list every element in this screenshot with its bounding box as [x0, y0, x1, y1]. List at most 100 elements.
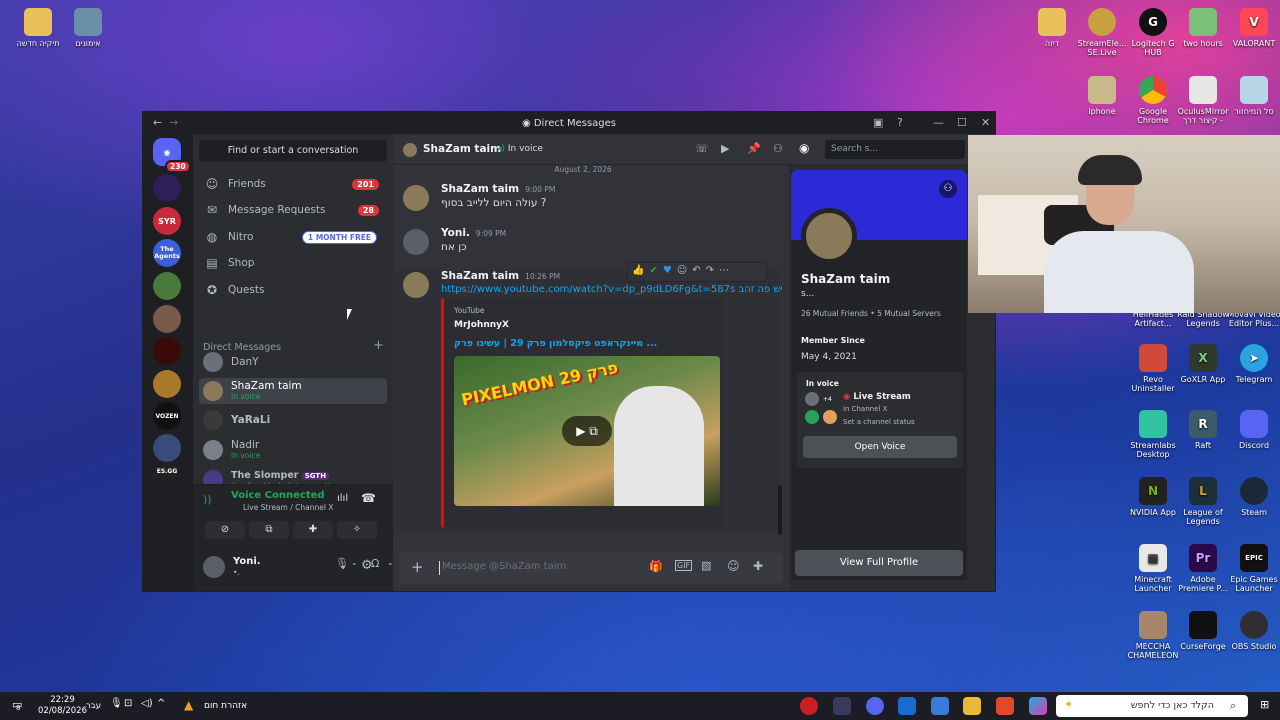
desktop-icon[interactable]: Iphone [1074, 76, 1130, 116]
taskbar-app-icon[interactable] [996, 697, 1014, 715]
camera-off-button[interactable]: ⊘ [205, 521, 245, 539]
store-icon[interactable] [931, 697, 949, 715]
play-icon[interactable]: ▶ ⧉ [562, 416, 612, 446]
desktop-icon[interactable]: V VALORANT [1226, 8, 1280, 48]
desktop-icon[interactable]: Discord [1226, 410, 1280, 450]
server-icon[interactable] [153, 305, 181, 333]
add-friend-icon[interactable]: ⚇ [939, 180, 957, 198]
sticker-icon[interactable]: ▧ [701, 559, 711, 572]
avatar[interactable] [403, 185, 429, 211]
server-icon[interactable]: SYR [153, 207, 181, 235]
server-icon[interactable] [153, 434, 181, 462]
check-icon[interactable]: ✔ [649, 265, 662, 276]
soundboard-icon[interactable]: ılıl [337, 493, 348, 504]
chevron-up-icon[interactable]: ^ [157, 698, 165, 709]
server-icon[interactable] [153, 272, 181, 300]
server-icon[interactable] [153, 174, 181, 202]
desktop-icon[interactable]: MECCHA CHAMELEON [1125, 611, 1181, 660]
thumbs-up-icon[interactable]: 👍 [632, 265, 649, 276]
avatar[interactable] [203, 556, 225, 578]
desktop-icon-new-folder[interactable]: תיקיה חדשה [10, 8, 66, 48]
help-icon[interactable]: ? [897, 116, 903, 129]
desktop-icon[interactable]: OculusMirror קיצור דרך - [1175, 76, 1231, 125]
outlook-icon[interactable] [898, 697, 916, 715]
network-icon[interactable]: ⊡ [124, 698, 132, 709]
video-call-icon[interactable]: ▶ [721, 142, 729, 155]
microphone-icon[interactable]: 🎙 [335, 557, 349, 570]
avatar[interactable] [403, 229, 429, 255]
nav-quests[interactable]: ✪ Quests [199, 278, 387, 302]
dm-item[interactable]: Nadir In voice [199, 437, 387, 463]
add-attachment-icon[interactable]: + [411, 558, 424, 576]
open-voice-button[interactable]: Open Voice [803, 436, 957, 458]
desktop-icon[interactable]: ▩ Minecraft Launcher [1125, 544, 1181, 593]
server-icon[interactable]: The Agents [153, 239, 181, 267]
dm-item[interactable]: YaRaLi [199, 408, 387, 432]
dm-item[interactable]: DanY [199, 350, 387, 374]
desktop-icon[interactable]: CurseForge [1175, 611, 1231, 651]
desktop-icon[interactable]: two hours [1175, 8, 1231, 48]
video-thumbnail[interactable]: PIXELMON פרק 29 ▶ ⧉ [454, 356, 720, 506]
server-icon[interactable] [153, 370, 181, 398]
desktop-icon[interactable]: EPIC Epic Games Launcher [1226, 544, 1280, 593]
settings-gear-icon[interactable]: ⚙ [361, 558, 373, 573]
maximize-button[interactable]: ☐ [957, 116, 967, 129]
user-profile-icon[interactable]: ◉ [799, 141, 809, 155]
channel-status[interactable]: Set a channel status [843, 418, 915, 426]
voice-channel[interactable]: Live Stream / Channel X [243, 503, 333, 512]
server-icon[interactable]: VOZEN [153, 402, 181, 430]
language-indicator[interactable]: עבר [86, 701, 101, 711]
taskbar-app-icon[interactable] [833, 697, 851, 715]
view-full-profile-button[interactable]: View Full Profile [795, 550, 963, 576]
message-link[interactable]: https://www.youtube.com/watch?v=dp_p9dLD… [441, 284, 783, 295]
activities-button[interactable]: ✚ [293, 521, 333, 539]
desktop-icon[interactable]: Steam [1226, 477, 1280, 517]
nav-message-requests[interactable]: ✉ Message Requests 28 [199, 198, 387, 222]
reply-icon[interactable]: ↶ [692, 265, 705, 276]
file-explorer-icon[interactable] [963, 697, 981, 715]
taskbar-search[interactable]: הקלד כאן כדי לחפש [1056, 695, 1248, 717]
minimize-button[interactable]: — [933, 116, 944, 129]
effects-button[interactable]: ✧ [337, 521, 377, 539]
desktop-icon[interactable]: N NVIDIA App [1125, 477, 1181, 517]
server-icon[interactable]: ES.GG [153, 464, 181, 478]
search-input[interactable]: Search s... [825, 140, 965, 159]
scrollbar[interactable] [778, 485, 782, 535]
avatar[interactable] [403, 272, 429, 298]
desktop-icon[interactable]: ➤ Telegram [1226, 344, 1280, 384]
dm-item-active[interactable]: ShaZam taim In voice [199, 378, 387, 404]
screenshare-button[interactable]: ⧉ [249, 521, 289, 539]
clock[interactable]: 22:29 02/08/2026 [38, 695, 87, 717]
more-icon[interactable]: ⋯ [719, 265, 734, 276]
desktop-icon[interactable]: Pr Adobe Premiere P... [1175, 544, 1231, 593]
desktop-icon[interactable]: Revo Uninstaller [1125, 344, 1181, 393]
add-friends-icon[interactable]: ⚇ [773, 142, 783, 155]
desktop-icon[interactable]: OBS Studio [1226, 611, 1280, 651]
desktop-icon[interactable]: StreamEle... SE.Live [1074, 8, 1130, 57]
desktop-icon[interactable]: דיזה [1024, 8, 1080, 48]
gift-icon[interactable]: 🎁 [649, 560, 663, 573]
copilot-icon[interactable] [1029, 697, 1047, 715]
forward-icon[interactable]: ↷ [706, 265, 719, 276]
desktop-icon-workouts[interactable]: אימונים [60, 8, 116, 48]
gif-icon[interactable]: GIF [675, 560, 693, 571]
weather-alert[interactable]: אזהרת חום [204, 701, 247, 711]
pin-icon[interactable]: 📌 [747, 142, 761, 155]
taskbar-app-icon[interactable] [800, 697, 818, 715]
find-conversation-button[interactable]: Find or start a conversation [199, 140, 387, 162]
discord-taskbar-icon[interactable] [866, 697, 884, 715]
desktop-icon[interactable]: סל המיחזור [1226, 76, 1280, 116]
emoji-icon[interactable]: ☺ [727, 559, 740, 573]
apps-icon[interactable]: ✚ [753, 559, 763, 573]
start-button[interactable]: ⊞ [1260, 698, 1269, 711]
microphone-icon[interactable]: 🎙 [110, 698, 123, 709]
desktop-icon[interactable]: R Raft [1175, 410, 1231, 450]
desktop-icon[interactable]: L League of Legends [1175, 477, 1231, 526]
chevron-down-icon[interactable]: ⌄ [351, 558, 358, 567]
disconnect-icon[interactable]: ☎ [361, 491, 376, 505]
server-icon[interactable] [153, 337, 181, 365]
nav-friends[interactable]: ☺ Friends 201 [199, 172, 387, 196]
desktop-icon[interactable]: Google Chrome [1125, 76, 1181, 125]
close-button[interactable]: ✕ [981, 116, 990, 129]
message-input[interactable]: Message @ShaZam taim [439, 561, 639, 575]
